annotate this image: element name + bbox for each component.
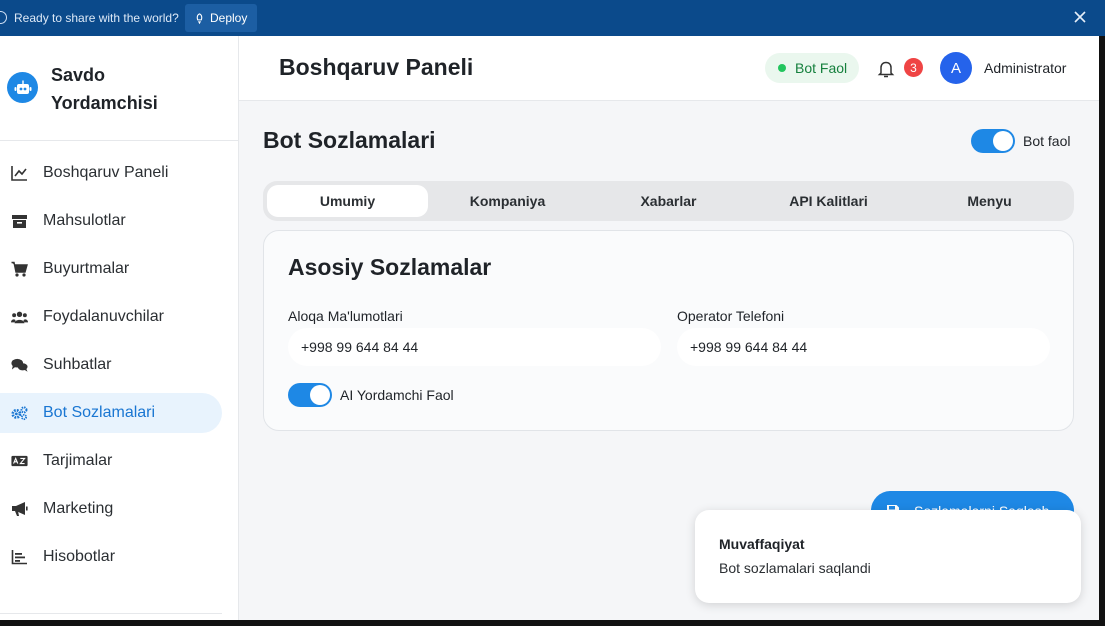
ai-assistant-label: AI Yordamchi Faol	[340, 387, 454, 403]
brand: Savdo Yordamchisi	[0, 36, 238, 141]
contact-label: Aloqa Ma'lumotlari	[288, 308, 403, 324]
bell-icon[interactable]	[876, 59, 896, 79]
deploy-button[interactable]: Deploy	[185, 4, 258, 32]
toast-title: Muvaffaqiyat	[719, 536, 805, 552]
sidebar-item-suhbatlar[interactable]: Suhbatlar	[0, 345, 222, 385]
tab-xabarlar[interactable]: Xabarlar	[588, 185, 749, 217]
tab-kompaniya[interactable]: Kompaniya	[427, 185, 588, 217]
operator-phone-label: Operator Telefoni	[677, 308, 785, 324]
sidebar-item-bot-sozlamalari[interactable]: Bot Sozlamalari	[0, 393, 222, 433]
page-title: Boshqaruv Paneli	[279, 54, 474, 80]
top-header: Boshqaruv Paneli Bot Faol 3 A Administra…	[239, 36, 1099, 101]
sidebar-item-buyurtmalar[interactable]: Buyurtmalar	[0, 249, 222, 289]
robot-icon	[7, 72, 38, 103]
sidebar-divider	[0, 613, 222, 614]
sidebar-item-label: Tarjimalar	[43, 452, 113, 469]
tab-umumiy[interactable]: Umumiy	[267, 185, 428, 217]
report-icon	[11, 550, 27, 565]
status-badge: Bot Faol	[765, 53, 860, 83]
window-edge-bottom	[0, 620, 1105, 626]
sidebar-item-label: Foydalanuvchilar	[43, 308, 164, 325]
sidebar-item-label: Marketing	[43, 500, 114, 517]
status-dot-icon	[778, 64, 786, 72]
sidebar-item-mahsulotlar[interactable]: Mahsulotlar	[0, 201, 222, 241]
general-settings-card: Asosiy Sozlamalar Aloqa Ma'lumotlari +99…	[263, 230, 1074, 431]
settings-tabs: Umumiy Kompaniya Xabarlar API Kalitlari …	[263, 181, 1074, 221]
banner-message: Ready to share with the world?	[14, 11, 179, 25]
cart-icon	[11, 261, 28, 277]
chart-line-icon	[11, 166, 27, 181]
toast-message: Bot sozlamalari saqlandi	[719, 560, 871, 576]
sidebar-item-label: Bot Sozlamalari	[43, 404, 156, 421]
card-title: Asosiy Sozlamalar	[288, 254, 492, 280]
deploy-banner: Ready to share with the world? Deploy	[0, 0, 1105, 36]
sidebar-item-label: Mahsulotlar	[43, 212, 126, 229]
box-icon	[12, 215, 27, 228]
sidebar-item-label: Suhbatlar	[43, 356, 112, 373]
sidebar-nav: Boshqaruv Paneli Mahsulotlar Buyurtmalar…	[0, 153, 238, 585]
chat-icon	[11, 358, 28, 372]
toggle-knob	[310, 385, 330, 405]
tab-menyu[interactable]: Menyu	[909, 185, 1070, 217]
sidebar-item-foydalanuvchilar[interactable]: Foydalanuvchilar	[0, 297, 222, 337]
section-title: Bot Sozlamalari	[263, 127, 436, 153]
users-icon	[11, 311, 28, 324]
status-text: Bot Faol	[795, 60, 848, 76]
contact-field[interactable]: +998 99 644 84 44	[288, 328, 661, 366]
translate-icon	[11, 455, 28, 467]
sidebar-item-label: Boshqaruv Paneli	[43, 164, 169, 181]
deploy-label: Deploy	[210, 11, 248, 25]
user-name[interactable]: Administrator	[984, 60, 1066, 76]
avatar[interactable]: A	[940, 52, 972, 84]
sidebar-item-tarjimalar[interactable]: Tarjimalar	[0, 441, 222, 481]
bot-active-toggle[interactable]	[971, 129, 1015, 153]
notification-badge[interactable]: 3	[904, 58, 923, 77]
window-edge-right	[1099, 36, 1105, 626]
sidebar-item-label: Hisobotlar	[43, 548, 116, 565]
brand-title: Savdo Yordamchisi	[51, 65, 158, 113]
success-toast: Muvaffaqiyat Bot sozlamalari saqlandi	[695, 510, 1081, 603]
info-icon	[0, 11, 7, 24]
ai-assistant-toggle[interactable]	[288, 383, 332, 407]
sidebar-item-boshqaruv-paneli[interactable]: Boshqaruv Paneli	[0, 153, 222, 193]
sidebar-item-hisobotlar[interactable]: Hisobotlar	[0, 537, 222, 577]
gears-icon	[11, 406, 28, 421]
close-icon[interactable]	[1073, 10, 1087, 24]
sidebar: Savdo Yordamchisi Boshqaruv Paneli Mahsu…	[0, 36, 239, 620]
sidebar-item-marketing[interactable]: Marketing	[0, 489, 222, 529]
toggle-knob	[993, 131, 1013, 151]
megaphone-icon	[12, 502, 28, 516]
tab-api-kalitlari[interactable]: API Kalitlari	[748, 185, 909, 217]
bot-active-label: Bot faol	[1023, 133, 1071, 149]
operator-phone-field[interactable]: +998 99 644 84 44	[677, 328, 1050, 366]
sidebar-item-label: Buyurtmalar	[43, 260, 130, 277]
rocket-icon	[196, 12, 203, 24]
